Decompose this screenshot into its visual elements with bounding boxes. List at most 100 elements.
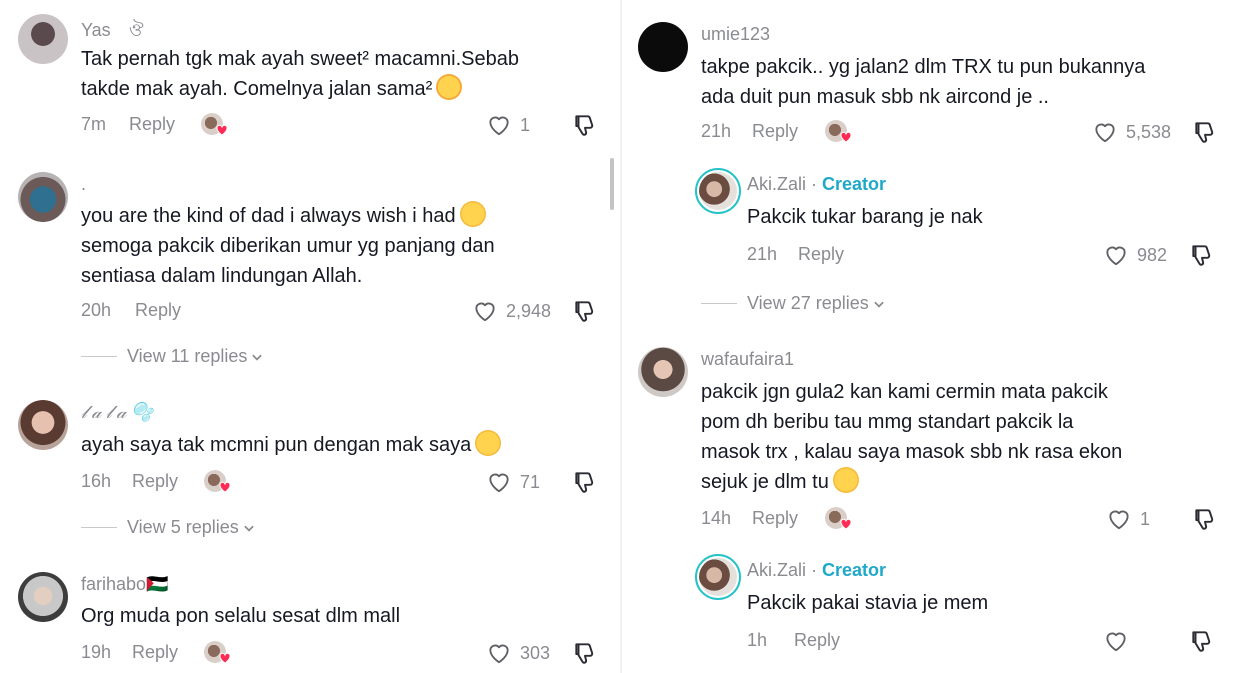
comment-username[interactable]: farihabo🇵🇸 bbox=[81, 574, 168, 595]
heart-outline-icon bbox=[486, 469, 512, 495]
divider bbox=[81, 356, 117, 357]
thumbs-down-icon[interactable] bbox=[572, 469, 598, 495]
like-count: 982 bbox=[1137, 244, 1168, 265]
comment-text-line: you are the kind of dad i always wish i … bbox=[81, 205, 456, 227]
thumbs-down-icon[interactable] bbox=[1192, 119, 1218, 145]
like-count: 2,948 bbox=[506, 300, 552, 321]
comment-username[interactable]: wafaufaira1 bbox=[701, 349, 794, 370]
reply-button[interactable]: Reply bbox=[752, 121, 798, 142]
comment-username[interactable]: Aki.Zali bbox=[747, 174, 806, 194]
thumbs-down-icon[interactable] bbox=[572, 112, 598, 138]
user-avatar bbox=[699, 558, 737, 596]
creator-liked-heart-icon bbox=[219, 481, 231, 493]
comment-time: 19h bbox=[81, 642, 112, 662]
chevron-down-icon bbox=[250, 350, 264, 364]
like-button[interactable]: 303 bbox=[486, 640, 550, 666]
heart-outline-icon bbox=[486, 640, 512, 666]
chevron-down-icon bbox=[242, 521, 256, 535]
user-avatar[interactable] bbox=[638, 22, 688, 72]
comment-time: 7m bbox=[81, 114, 107, 134]
user-avatar bbox=[699, 172, 737, 210]
comment-text-line: Org muda pon selalu sesat dlm mall bbox=[81, 605, 401, 627]
comment-time: 14h bbox=[701, 508, 732, 528]
user-avatar[interactable] bbox=[18, 172, 68, 222]
comment-text-line: sejuk je dlm tu bbox=[701, 471, 829, 493]
heart-outline-icon bbox=[1103, 242, 1129, 268]
like-button[interactable]: 1 bbox=[486, 112, 530, 138]
comment-text-line: Tak pernah tgk mak ayah sweet² macamni.S… bbox=[81, 48, 519, 70]
user-avatar[interactable] bbox=[18, 400, 68, 450]
comment-text-line: Pakcik tukar barang je nak bbox=[747, 206, 983, 228]
comment-text-line: takde mak ayah. Comelnya jalan sama² bbox=[81, 78, 433, 100]
separator-dot: · bbox=[806, 560, 823, 580]
user-avatar[interactable] bbox=[18, 572, 68, 622]
comment-text-line: ayah saya tak mcmni pun dengan mak saya bbox=[81, 434, 472, 456]
reply-button[interactable]: Reply bbox=[129, 114, 175, 135]
view-replies-button[interactable]: View 11 replies bbox=[81, 346, 264, 367]
comment-username[interactable]: Aki.Zali bbox=[747, 560, 806, 580]
creator-avatar-ring[interactable] bbox=[695, 168, 741, 214]
left-comments-panel: Yas ⠀ঔ Tak pernah tgk mak ayah sweet² ma… bbox=[0, 0, 620, 673]
chevron-down-icon bbox=[872, 297, 886, 311]
like-count: 1 bbox=[520, 114, 531, 135]
heart-outline-icon bbox=[486, 112, 512, 138]
heart-outline-icon bbox=[1106, 506, 1132, 532]
user-avatar[interactable] bbox=[638, 347, 688, 397]
creator-badge: Creator bbox=[822, 560, 887, 580]
comment-time: 20h bbox=[81, 300, 112, 320]
thumbs-down-icon[interactable] bbox=[572, 298, 598, 324]
view-replies-label: View 11 replies bbox=[127, 346, 248, 366]
comment-time: 21h bbox=[701, 121, 732, 141]
reply-button[interactable]: Reply bbox=[135, 300, 181, 321]
like-button[interactable]: 5,538 bbox=[1092, 119, 1171, 145]
like-button[interactable]: 1 bbox=[1106, 506, 1150, 532]
smiling-hearts-emoji-icon bbox=[436, 74, 463, 100]
separator-dot: · bbox=[806, 174, 823, 194]
creator-avatar-ring[interactable] bbox=[695, 554, 741, 600]
creator-badge: Creator bbox=[822, 174, 887, 194]
like-button[interactable]: 2,948 bbox=[472, 298, 551, 324]
divider bbox=[81, 527, 117, 528]
divider bbox=[701, 303, 737, 304]
thumbs-down-icon[interactable] bbox=[1189, 242, 1215, 268]
comment-username[interactable]: . bbox=[81, 174, 86, 195]
thumbs-down-icon[interactable] bbox=[1192, 506, 1218, 532]
like-count: 303 bbox=[520, 642, 551, 663]
comment-time: 21h bbox=[747, 244, 778, 264]
like-button[interactable]: 71 bbox=[486, 469, 540, 495]
reply-button[interactable]: Reply bbox=[752, 508, 798, 529]
comment-text-line: pakcik jgn gula2 kan kami cermin mata pa… bbox=[701, 381, 1108, 403]
like-button[interactable]: 982 bbox=[1103, 242, 1167, 268]
reply-button[interactable]: Reply bbox=[798, 244, 844, 265]
user-avatar[interactable] bbox=[18, 14, 68, 64]
laughing-emoji-icon bbox=[832, 467, 859, 493]
comment-time: 1h bbox=[747, 630, 768, 650]
comment-text-line: ada duit pun masuk sbb nk aircond je .. bbox=[701, 86, 1049, 108]
view-replies-button[interactable]: View 27 replies bbox=[701, 293, 886, 314]
right-comments-panel: umie123 takpe pakcik.. yg jalan2 dlm TRX… bbox=[622, 0, 1240, 673]
reply-button[interactable]: Reply bbox=[132, 642, 178, 663]
comment-text-line: pom dh beribu tau mmg standart pakcik la bbox=[701, 411, 1074, 433]
scrollbar[interactable] bbox=[610, 158, 614, 210]
comment-text-line: sentiasa dalam lindungan Allah. bbox=[81, 265, 363, 287]
like-count: 71 bbox=[520, 471, 541, 492]
comment-username[interactable]: Yas ⠀ঔ bbox=[81, 16, 144, 47]
comment-username[interactable]: umie123 bbox=[701, 24, 770, 45]
reply-button[interactable]: Reply bbox=[794, 630, 840, 651]
comment-text-line: semoga pakcik diberikan umur yg panjang … bbox=[81, 235, 495, 257]
like-button[interactable] bbox=[1103, 628, 1137, 654]
like-count: 5,538 bbox=[1126, 121, 1172, 142]
comment-time: 16h bbox=[81, 471, 112, 491]
pleading-face-emoji-icon bbox=[459, 201, 486, 227]
creator-liked-heart-icon bbox=[216, 124, 228, 136]
like-count: 1 bbox=[1140, 508, 1151, 529]
reply-button[interactable]: Reply bbox=[132, 471, 178, 492]
thumbs-down-icon[interactable] bbox=[572, 640, 598, 666]
creator-liked-heart-icon bbox=[840, 131, 852, 143]
view-replies-button[interactable]: View 5 replies bbox=[81, 517, 256, 538]
thumbs-down-icon[interactable] bbox=[1189, 628, 1215, 654]
comment-username[interactable]: 𝓁 𝒶 𝓁 𝒶 🫧 bbox=[81, 402, 153, 423]
creator-liked-heart-icon bbox=[219, 652, 231, 664]
view-replies-label: View 27 replies bbox=[747, 293, 869, 313]
pleading-face-emoji-icon bbox=[475, 430, 502, 456]
